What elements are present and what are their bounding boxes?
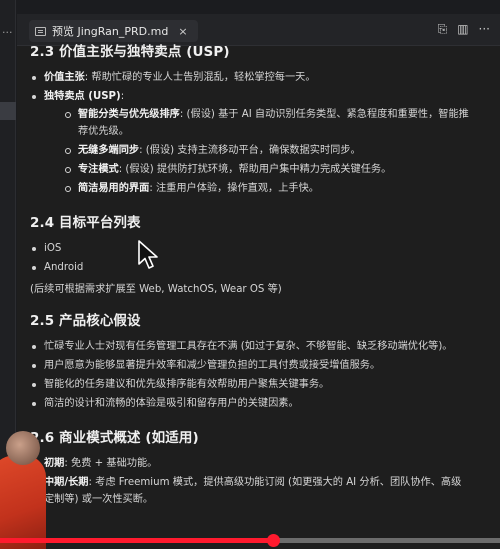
item-text: : (假设) 提供防打扰环境，帮助用户集中精力完成关键任务。	[118, 164, 392, 175]
item-text: : 免费 + 基础功能。	[64, 458, 158, 469]
list-item: 初期: 免费 + 基础功能。	[30, 455, 470, 472]
list-item: 中期/长期: 考虑 Freemium 模式，提供高级功能订阅 (如更强大的 AI…	[30, 474, 470, 508]
item-text: :	[120, 91, 125, 102]
list-item: 独特卖点 (USP): 智能分类与优先级排序: (假设) 基于 AI 自动识别任…	[30, 88, 470, 197]
selected-explorer-item[interactable]	[0, 102, 16, 120]
platform-note: (后续可根据需求扩展至 Web, WatchOS, Wear OS 等)	[30, 284, 282, 295]
markdown-preview: 2.3 价值主张与独特卖点 (USP) 价值主张: 帮助忙碌的专业人士告别混乱，…	[30, 40, 470, 522]
section-heading: 2.4 目标平台列表	[30, 215, 141, 231]
list-item: 智能化的任务建议和优先级排序能有效帮助用户聚焦关键事务。	[30, 376, 470, 393]
presenter-video-overlay	[0, 431, 46, 549]
list-item: iOS	[30, 240, 470, 257]
item-text: : 帮助忙碌的专业人士告别混乱，轻松掌控每一天。	[84, 72, 316, 83]
item-text: : (假设) 支持主流移动平台，确保数据实时同步。	[139, 145, 361, 156]
preview-icon	[35, 26, 46, 36]
sub-list-item: 智能分类与优先级排序: (假设) 基于 AI 自动识别任务类型、紧急程度和重要性…	[64, 106, 470, 140]
item-label: 专注模式	[78, 164, 119, 175]
list-item: 忙碌专业人士对现有任务管理工具存在不满 (如过于复杂、不够智能、缺乏移动端优化等…	[30, 338, 470, 355]
item-label: 中期/长期	[44, 477, 89, 488]
sub-list-item: 无缝多端同步: (假设) 支持主流移动平台，确保数据实时同步。	[64, 142, 470, 159]
item-label: 初期	[44, 458, 65, 469]
section-platforms: 2.4 目标平台列表 iOS Android (后续可根据需求扩展至 Web, …	[30, 211, 470, 295]
video-progress-fill	[0, 538, 273, 543]
section-business-model: 2.6 商业模式概述 (如适用) 初期: 免费 + 基础功能。 中期/长期: 考…	[30, 426, 470, 508]
item-text: : 考虑 Freemium 模式，提供高级功能订阅 (如更强大的 AI 分析、团…	[44, 477, 462, 505]
split-editor-icon[interactable]: ▥	[457, 22, 468, 37]
open-source-icon[interactable]: ⎘	[438, 22, 448, 37]
more-icon[interactable]: ···	[2, 26, 13, 39]
video-progress-bar[interactable]	[0, 534, 500, 547]
item-text: : 注重用户体验，操作直观，上手快。	[149, 183, 319, 194]
usp-sublist: 智能分类与优先级排序: (假设) 基于 AI 自动识别任务类型、紧急程度和重要性…	[44, 106, 470, 197]
list-item: 用户愿意为能够显著提升效率和减少管理负担的工具付费或接受增值服务。	[30, 357, 470, 374]
editor-actions: ⎘ ▥ ···	[438, 22, 490, 37]
usp-list: 价值主张: 帮助忙碌的专业人士告别混乱，轻松掌控每一天。 独特卖点 (USP):…	[30, 69, 470, 197]
close-icon[interactable]: ×	[178, 25, 187, 38]
list-item: 简洁的设计和流畅的体验是吸引和留存用户的关键因素。	[30, 395, 470, 412]
section-assumptions: 2.5 产品核心假设 忙碌专业人士对现有任务管理工具存在不满 (如过于复杂、不够…	[30, 309, 470, 412]
section-heading: 2.6 商业模式概述 (如适用)	[30, 430, 199, 446]
mouse-pointer-icon	[138, 240, 158, 269]
tab-preview-prd[interactable]: 预览 JingRan_PRD.md ×	[29, 20, 198, 42]
section-heading: 2.5 产品核心假设	[30, 313, 141, 329]
section-usp: 2.3 价值主张与独特卖点 (USP) 价值主张: 帮助忙碌的专业人士告别混乱，…	[30, 40, 470, 197]
item-label: 智能分类与优先级排序	[78, 109, 180, 120]
section-heading: 2.3 价值主张与独特卖点 (USP)	[30, 44, 230, 60]
item-label: 价值主张	[44, 72, 85, 83]
video-progress-handle[interactable]	[267, 534, 280, 547]
sub-list-item: 专注模式: (假设) 提供防打扰环境，帮助用户集中精力完成关键任务。	[64, 161, 470, 178]
platform-list: iOS Android	[30, 240, 470, 276]
more-actions-icon[interactable]: ···	[479, 22, 490, 37]
assumption-list: 忙碌专业人士对现有任务管理工具存在不满 (如过于复杂、不够智能、缺乏移动端优化等…	[30, 338, 470, 412]
item-label: 简洁易用的界面	[78, 183, 150, 194]
list-item: 价值主张: 帮助忙碌的专业人士告别混乱，轻松掌控每一天。	[30, 69, 470, 86]
business-list: 初期: 免费 + 基础功能。 中期/长期: 考虑 Freemium 模式，提供高…	[30, 455, 470, 508]
item-label: 无缝多端同步	[78, 145, 140, 156]
item-label: 独特卖点 (USP)	[44, 91, 121, 102]
sub-list-item: 简洁易用的界面: 注重用户体验，操作直观，上手快。	[64, 180, 470, 197]
tab-title: 预览 JingRan_PRD.md	[52, 25, 169, 38]
list-item: Android	[30, 259, 470, 276]
